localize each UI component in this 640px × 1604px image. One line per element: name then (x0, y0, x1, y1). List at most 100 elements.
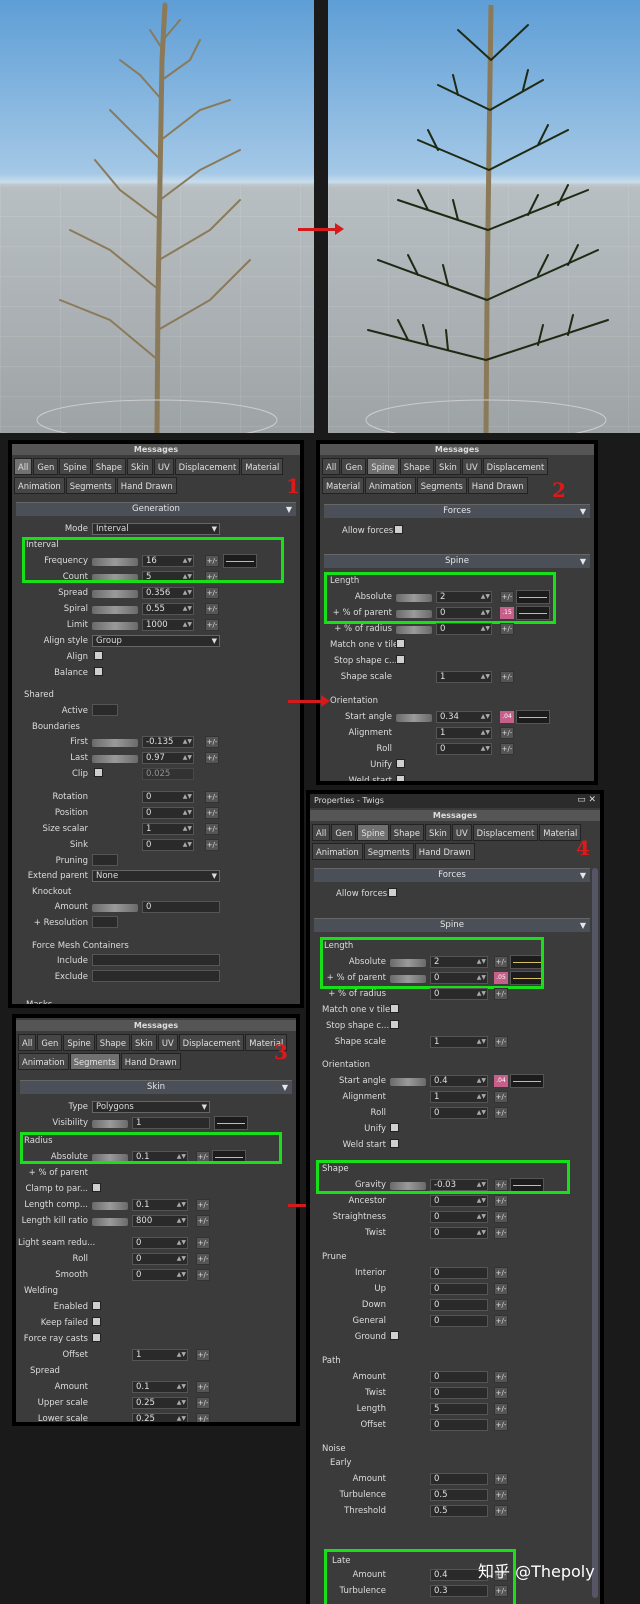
interior-plus-minus-button[interactable]: +/- (494, 1267, 508, 1279)
spin-icon[interactable]: ▲▼ (183, 737, 192, 747)
size-scalar-field[interactable]: 1 ▲▼ (142, 823, 194, 835)
straightness-field[interactable]: 0 ▲▼ (430, 1211, 488, 1223)
ancestor-field[interactable]: 0 ▲▼ (430, 1195, 488, 1207)
first-field[interactable]: -0.135 ▲▼ (142, 736, 194, 748)
active-swatch[interactable] (92, 704, 118, 716)
ground-checkbox[interactable] (390, 1331, 399, 1340)
tab-all[interactable]: All (312, 824, 331, 841)
shape-scale-plus-minus-button[interactable]: +/- (500, 671, 514, 683)
tab-hand-drawn[interactable]: Hand Drawn (414, 843, 475, 860)
messages-bar[interactable]: Messages (12, 444, 300, 455)
extend-parent-select[interactable]: None ▼ (92, 870, 220, 882)
start-angle-slider[interactable] (396, 714, 432, 722)
include-field[interactable] (92, 954, 220, 966)
spin-icon[interactable]: ▲▼ (183, 824, 192, 834)
spiral-plus-minus-button[interactable]: +/- (205, 603, 219, 615)
tab-displacement[interactable]: Displacement (472, 824, 539, 841)
light-seam-plus-minus-button[interactable]: +/- (196, 1237, 210, 1249)
alignment-plus-minus-button[interactable]: +/- (500, 727, 514, 739)
alignment-plus-minus-button[interactable]: +/- (494, 1091, 508, 1103)
path-twist-plus-minus-button[interactable]: +/- (494, 1387, 508, 1399)
limit-plus-minus-button[interactable]: +/- (205, 619, 219, 631)
start-angle-random-badge[interactable]: .04 (500, 711, 514, 723)
spin-icon[interactable]: ▲▼ (177, 1350, 186, 1360)
early-turbulence-field[interactable]: 0.5 (430, 1489, 488, 1501)
enabled-checkbox[interactable] (92, 1301, 101, 1310)
spiral-slider[interactable] (92, 606, 138, 614)
pct-radius-plus-minus-button[interactable]: +/- (494, 988, 508, 1000)
first-slider[interactable] (92, 739, 138, 747)
messages-bar[interactable]: Messages (310, 810, 600, 821)
spin-icon[interactable]: ▲▼ (177, 1270, 186, 1280)
section-skin[interactable]: Skin ▼ (20, 1080, 292, 1094)
resolution-swatch[interactable] (92, 916, 118, 928)
close-icon[interactable]: ▭ ✕ (577, 795, 596, 805)
spin-icon[interactable]: ▲▼ (481, 672, 490, 682)
tab-spine[interactable]: Spine (357, 824, 389, 841)
interior-field[interactable]: 0 (430, 1267, 488, 1279)
tab-displacement[interactable]: Displacement (178, 1034, 245, 1051)
position-plus-minus-button[interactable]: +/- (205, 807, 219, 819)
length-kill-slider[interactable] (92, 1218, 128, 1226)
twist-field[interactable]: 0 ▲▼ (430, 1227, 488, 1239)
length-comp-field[interactable]: 0.1 ▲▼ (132, 1199, 188, 1211)
tab-material[interactable]: Material (539, 824, 582, 841)
start-angle-curve[interactable] (516, 710, 550, 724)
visibility-slider[interactable] (92, 1120, 128, 1128)
exclude-field[interactable] (92, 970, 220, 982)
spin-icon[interactable]: ▲▼ (477, 1076, 486, 1086)
rotation-plus-minus-button[interactable]: +/- (205, 791, 219, 803)
up-plus-minus-button[interactable]: +/- (494, 1283, 508, 1295)
spin-icon[interactable]: ▲▼ (477, 989, 486, 999)
tab-skin[interactable]: Skin (435, 458, 461, 475)
weld-checkbox[interactable] (390, 1139, 399, 1148)
length-comp-plus-minus-button[interactable]: +/- (196, 1199, 210, 1211)
tab-shape[interactable]: Shape (399, 458, 434, 475)
tab-uv[interactable]: UV (451, 824, 472, 841)
tab-animation[interactable]: Animation (365, 477, 416, 494)
balance-checkbox[interactable] (94, 667, 103, 676)
unify-checkbox[interactable] (396, 759, 405, 768)
start-angle-curve[interactable] (510, 1074, 544, 1088)
early-turbulence-plus-minus-button[interactable]: +/- (494, 1489, 508, 1501)
match-checkbox[interactable] (396, 639, 405, 648)
alignment-field[interactable]: 1 ▲▼ (436, 727, 492, 739)
tab-hand-drawn[interactable]: Hand Drawn (116, 477, 177, 494)
shape-scale-field[interactable]: 1 ▲▼ (430, 1036, 488, 1048)
spin-icon[interactable]: ▲▼ (177, 1200, 186, 1210)
threshold-field[interactable]: 0.5 (430, 1505, 488, 1517)
section-forces[interactable]: Forces ▼ (324, 504, 590, 518)
spin-icon[interactable]: ▲▼ (481, 744, 490, 754)
tab-gen[interactable]: Gen (341, 458, 367, 475)
shape-scale-field[interactable]: 1 ▲▼ (436, 671, 492, 683)
limit-field[interactable]: 1000 ▲▼ (142, 619, 194, 631)
tab-shape[interactable]: Shape (91, 458, 126, 475)
tab-spine[interactable]: Spine (59, 458, 91, 475)
straightness-plus-minus-button[interactable]: +/- (494, 1211, 508, 1223)
path-offset-plus-minus-button[interactable]: +/- (494, 1419, 508, 1431)
spread-slider[interactable] (92, 590, 138, 598)
visibility-field[interactable]: 1 (132, 1117, 210, 1129)
tab-gen[interactable]: Gen (33, 458, 59, 475)
tab-skin[interactable]: Skin (127, 458, 153, 475)
position-field[interactable]: 0 ▲▼ (142, 807, 194, 819)
spin-icon[interactable]: ▲▼ (481, 712, 490, 722)
spin-icon[interactable]: ▲▼ (177, 1398, 186, 1408)
tab-uv[interactable]: UV (461, 458, 482, 475)
allow-forces-checkbox[interactable] (394, 525, 403, 534)
knockout-amount-field[interactable]: 0 (142, 901, 220, 913)
last-slider[interactable] (92, 755, 138, 763)
spin-icon[interactable]: ▲▼ (477, 1228, 486, 1238)
down-field[interactable]: 0 (430, 1299, 488, 1311)
lower-scale-field[interactable]: 0.25 ▲▼ (132, 1413, 188, 1422)
match-checkbox[interactable] (390, 1004, 399, 1013)
path-amount-plus-minus-button[interactable]: +/- (494, 1371, 508, 1383)
spin-icon[interactable]: ▲▼ (177, 1414, 186, 1422)
path-length-plus-minus-button[interactable]: +/- (494, 1403, 508, 1415)
scrollbar[interactable] (592, 868, 598, 1598)
pct-radius-field[interactable]: 0 ▲▼ (430, 988, 488, 1000)
tab-displacement[interactable]: Displacement (482, 458, 549, 475)
roll-field[interactable]: 0 ▲▼ (132, 1253, 188, 1265)
tab-segments[interactable]: Segments (363, 843, 414, 860)
tab-spine[interactable]: Spine (63, 1034, 95, 1051)
